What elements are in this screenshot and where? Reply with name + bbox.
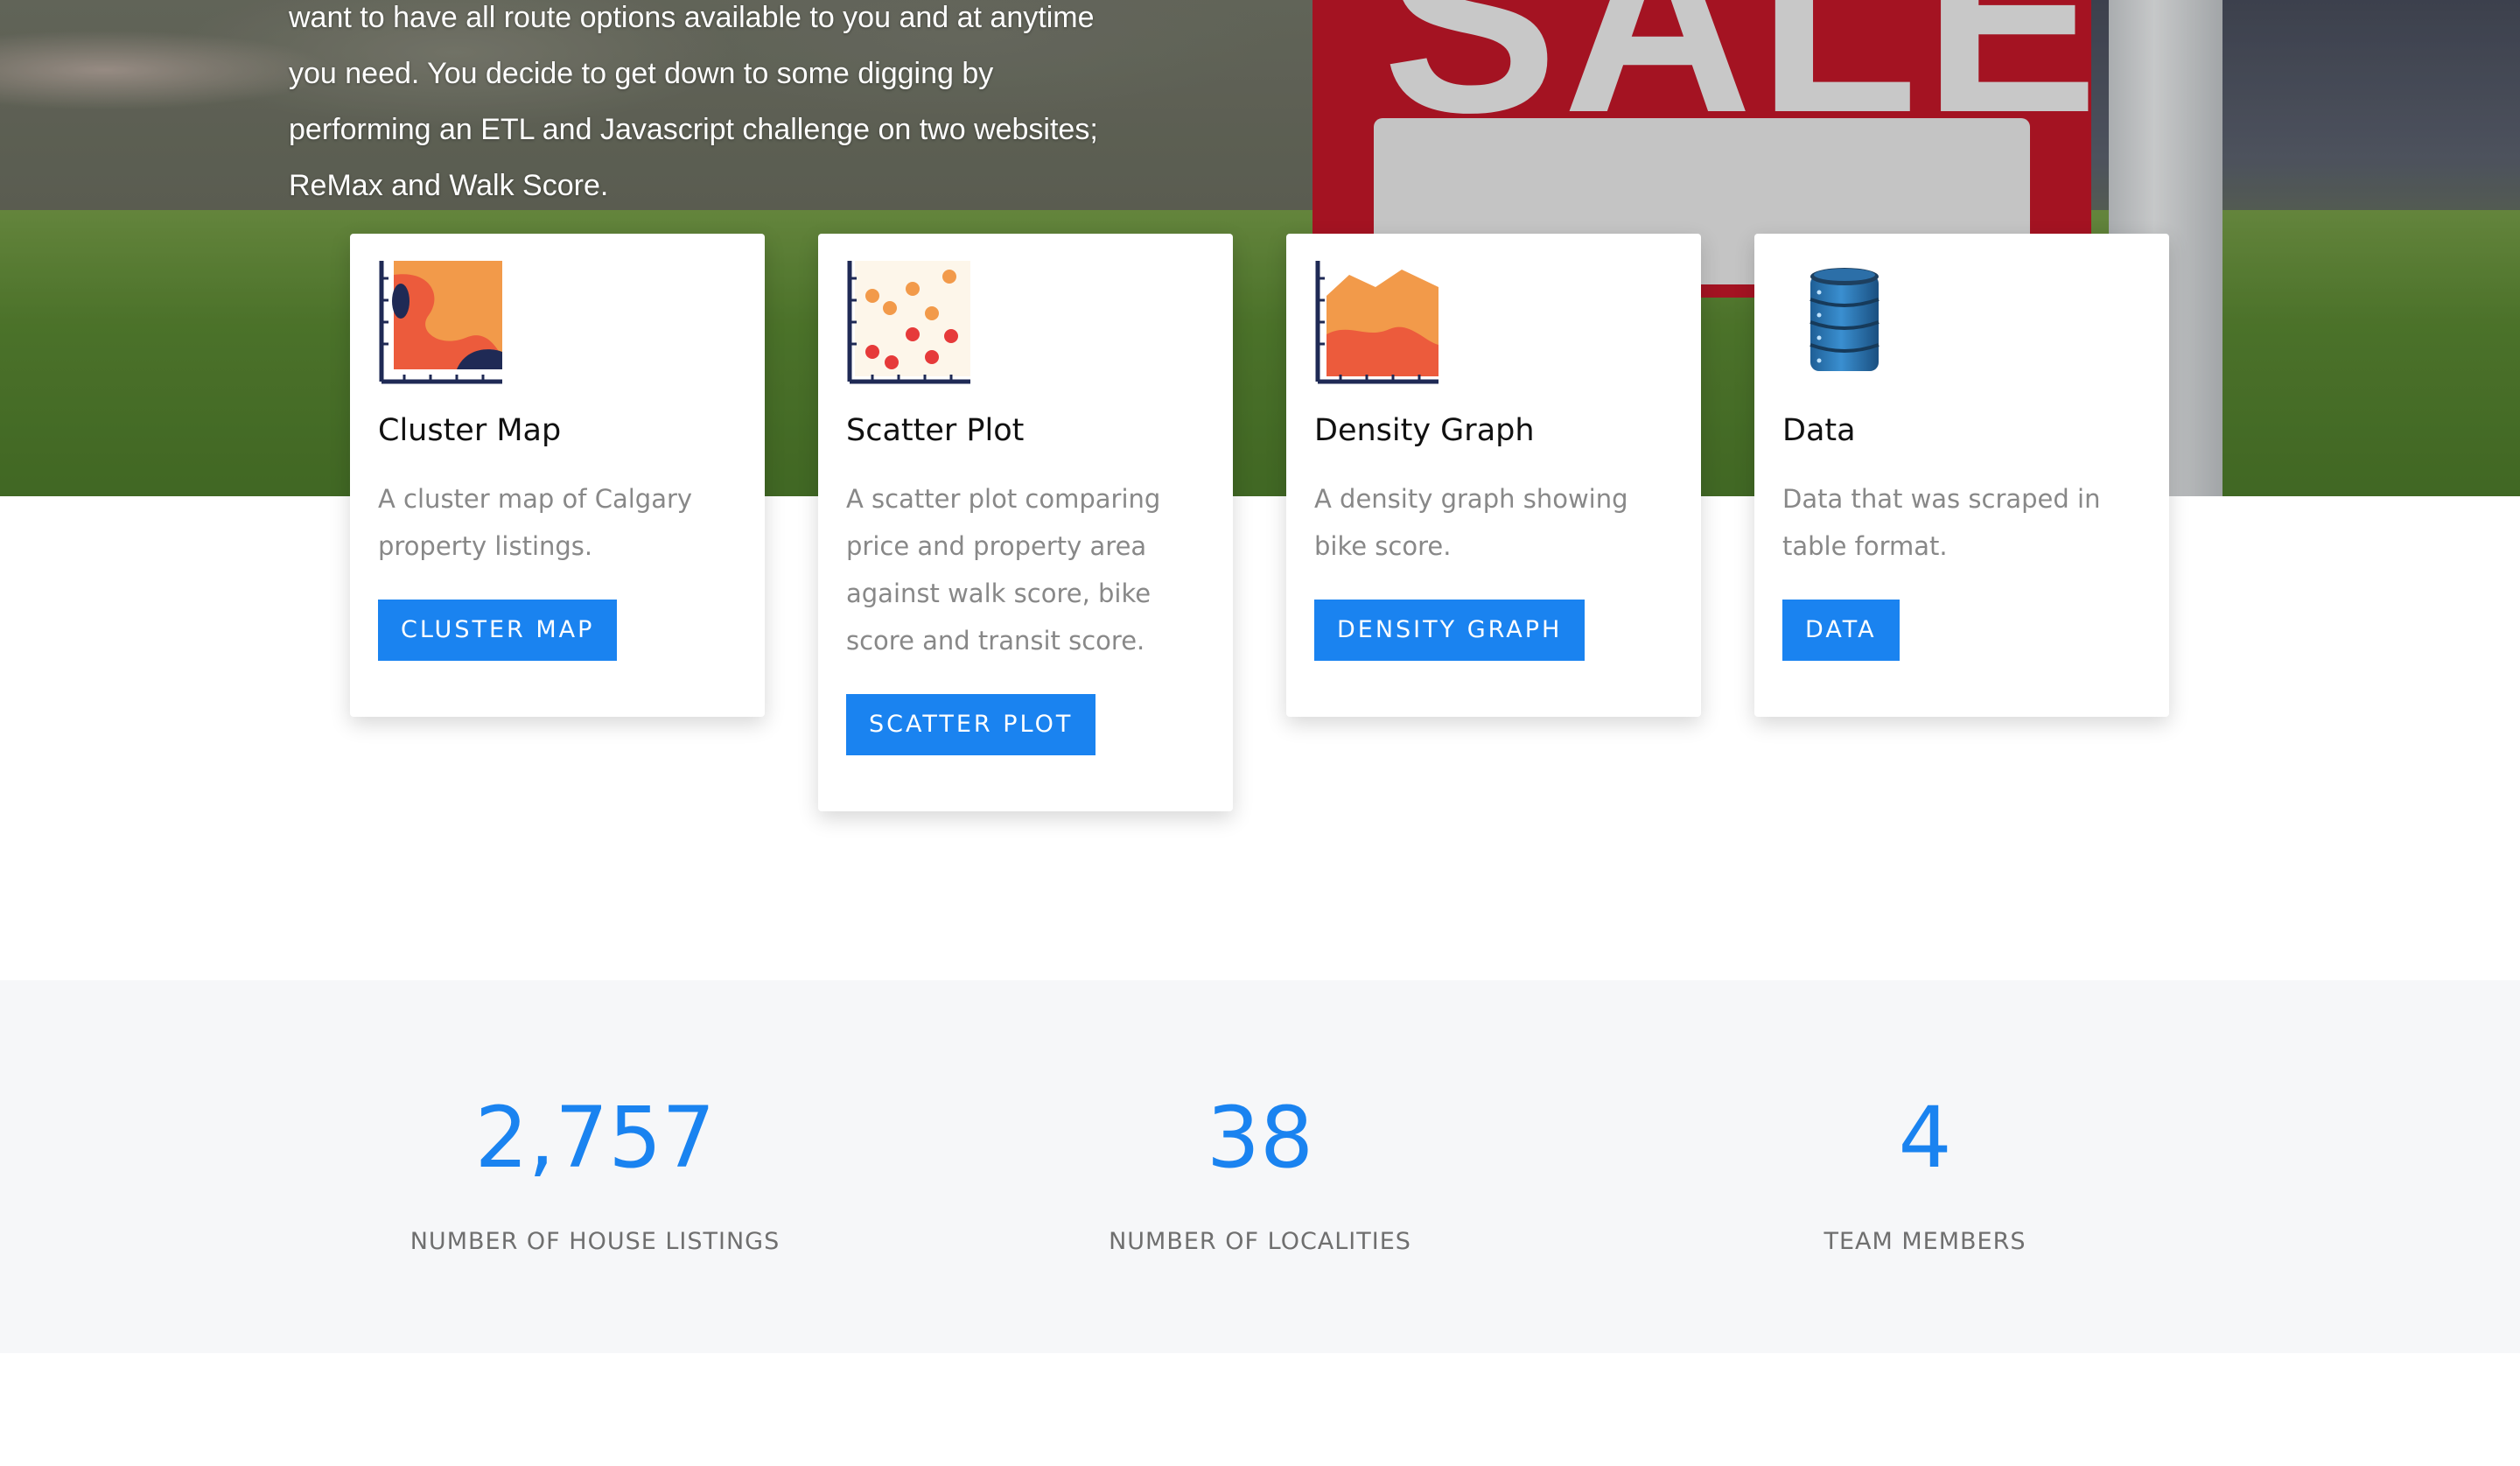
card-data: Data Data that was scraped in table form… [1754, 234, 2169, 717]
stat-number: 38 [1206, 1089, 1314, 1187]
card-title: Data [1782, 413, 1856, 448]
card-cluster-map: Cluster Map A cluster map of Calgary pro… [350, 234, 765, 717]
database-icon [1810, 268, 1880, 371]
stat-label: NUMBER OF HOUSE LISTINGS [410, 1228, 780, 1255]
stat-number: 2,757 [474, 1089, 716, 1187]
card-title: Cluster Map [378, 413, 562, 448]
cluster-map-icon [379, 261, 502, 384]
hero-intro-line: you need. You decide to get down to some… [289, 57, 994, 90]
data-button[interactable]: DATA [1782, 600, 1900, 661]
stat-label: NUMBER OF LOCALITIES [1109, 1228, 1411, 1255]
stat-label: TEAM MEMBERS [1824, 1228, 2026, 1255]
stat-number: 4 [1898, 1089, 1952, 1187]
card-description: A cluster map of Calgary property listin… [378, 484, 693, 561]
density-graph-icon [1315, 261, 1438, 384]
hero-intro-text: want to have all route options available… [289, 0, 1234, 214]
card-density-graph: Density Graph A density graph showing bi… [1286, 234, 1701, 717]
hero-intro-line: ReMax and Walk Score. [289, 169, 609, 202]
card-title: Density Graph [1314, 413, 1535, 448]
card-title: Scatter Plot [846, 413, 1025, 448]
hero-intro-line: want to have all route options available… [289, 1, 1095, 34]
density-graph-button[interactable]: DENSITY GRAPH [1314, 600, 1586, 661]
scatter-plot-icon [847, 261, 970, 384]
cluster-map-button[interactable]: CLUSTER MAP [378, 600, 618, 661]
hero-intro-line: performing an ETL and Javascript challen… [289, 113, 1098, 146]
card-description: A density graph showing bike score. [1314, 484, 1628, 561]
stats-section: 2,757 NUMBER OF HOUSE LISTINGS 38 NUMBER… [0, 980, 2520, 1353]
card-description: Data that was scraped in table format. [1782, 484, 2101, 561]
scatter-plot-button[interactable]: SCATTER PLOT [846, 694, 1096, 755]
card-scatter-plot: Scatter Plot A scatter plot comparing pr… [818, 234, 1233, 811]
card-description: A scatter plot comparing price and prope… [846, 484, 1161, 656]
